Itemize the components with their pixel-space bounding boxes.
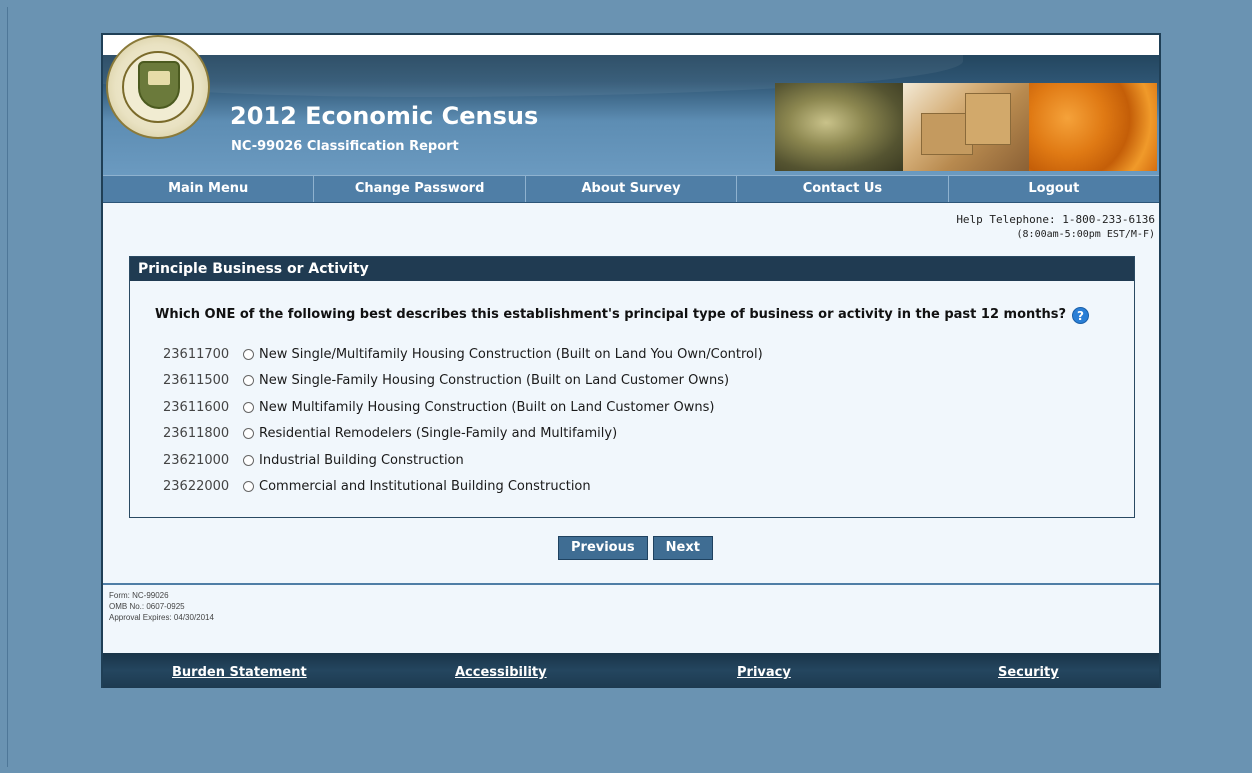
previous-button[interactable]: Previous (558, 536, 648, 560)
next-button[interactable]: Next (652, 536, 713, 560)
main-nav: Main Menu Change Password About Survey C… (103, 175, 1159, 203)
option-label[interactable]: New Single/Multifamily Housing Construct… (259, 347, 763, 362)
privacy-link[interactable]: Privacy (737, 665, 791, 680)
option-code: 23611500 (163, 373, 230, 389)
help-question-icon[interactable]: ? (1072, 307, 1090, 324)
header-banner: 2012 Economic Census NC-99026 Classifica… (103, 55, 1159, 175)
option-label[interactable]: Commercial and Institutional Building Co… (259, 479, 591, 494)
help-hours: (8:00am-5:00pm EST/M-F) (1016, 229, 1155, 240)
option-label[interactable]: Residential Remodelers (Single-Family an… (259, 426, 617, 441)
nav-contact-us[interactable]: Contact Us (737, 176, 949, 202)
nav-change-password[interactable]: Change Password (314, 176, 526, 202)
option-label[interactable]: New Single-Family Housing Construction (… (259, 373, 729, 388)
footer-bar: Burden Statement Accessibility Privacy S… (103, 653, 1159, 688)
question-label: Which ONE of the following best describe… (155, 307, 1067, 322)
accessibility-link[interactable]: Accessibility (455, 665, 547, 680)
boxes-photo (903, 83, 1029, 171)
top-strip (103, 35, 1159, 55)
radio-button[interactable] (243, 348, 254, 360)
option-code: 23611800 (163, 426, 230, 442)
hardware-photo (775, 83, 903, 171)
radio-button[interactable] (243, 481, 254, 493)
option-row[interactable]: 23621000 Industrial Building Constructio… (163, 447, 763, 474)
option-row[interactable]: 23611800 Residential Remodelers (Single-… (163, 421, 763, 448)
option-code: 23621000 (163, 452, 230, 468)
form-info: Form: NC-99026 OMB No.: 0607-0925 Approv… (103, 583, 1159, 653)
option-code: 23611700 (163, 346, 230, 362)
census-seal-logo (106, 35, 210, 139)
content-area: Help Telephone: 1-800-233-6136 (8:00am-5… (103, 203, 1159, 583)
option-code: 23622000 (163, 479, 230, 495)
form-number: Form: NC-99026 (109, 591, 169, 600)
help-telephone: Help Telephone: 1-800-233-6136 (956, 213, 1155, 226)
options-list: 23611700 New Single/Multifamily Housing … (163, 341, 763, 500)
oranges-photo (1029, 83, 1157, 171)
option-label[interactable]: New Multifamily Housing Construction (Bu… (259, 400, 714, 415)
question-text: Which ONE of the following best describe… (155, 307, 1090, 324)
business-activity-section: Principle Business or Activity Which ONE… (129, 256, 1135, 518)
page-container: 2012 Economic Census NC-99026 Classifica… (101, 33, 1161, 688)
radio-button[interactable] (243, 454, 254, 466)
header-photos (775, 83, 1157, 171)
section-title: Principle Business or Activity (130, 257, 1134, 281)
option-code: 23611600 (163, 399, 230, 415)
option-row[interactable]: 23622000 Commercial and Institutional Bu… (163, 474, 763, 501)
option-row[interactable]: 23611600 New Multifamily Housing Constru… (163, 394, 763, 421)
nav-about-survey[interactable]: About Survey (526, 176, 738, 202)
security-link[interactable]: Security (998, 665, 1059, 680)
radio-button[interactable] (243, 375, 254, 387)
help-contact: Help Telephone: 1-800-233-6136 (8:00am-5… (956, 213, 1155, 240)
form-buttons: Previous Next (558, 536, 713, 560)
nav-main-menu[interactable]: Main Menu (103, 176, 315, 202)
burden-statement-link[interactable]: Burden Statement (172, 665, 307, 680)
option-label[interactable]: Industrial Building Construction (259, 453, 464, 468)
radio-button[interactable] (243, 401, 254, 413)
nav-logout[interactable]: Logout (949, 176, 1159, 202)
option-row[interactable]: 23611700 New Single/Multifamily Housing … (163, 341, 763, 368)
approval-expires: Approval Expires: 04/30/2014 (109, 613, 214, 622)
option-row[interactable]: 23611500 New Single-Family Housing Const… (163, 368, 763, 395)
page-title: 2012 Economic Census (230, 102, 539, 130)
page-subtitle: NC-99026 Classification Report (231, 139, 459, 154)
radio-button[interactable] (243, 428, 254, 440)
omb-number: OMB No.: 0607-0925 (109, 602, 185, 611)
seal-shield-icon (138, 61, 180, 109)
